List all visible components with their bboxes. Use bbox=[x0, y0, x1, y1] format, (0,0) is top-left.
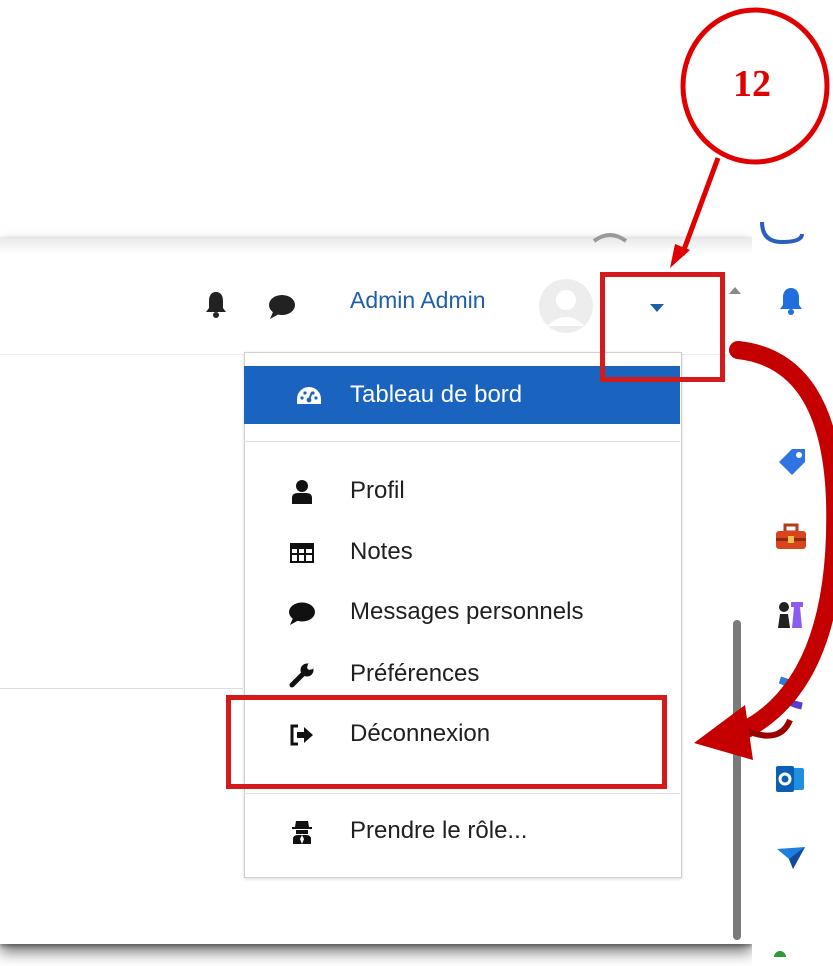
annotation-overlay bbox=[670, 7, 833, 760]
step-number-badge: 12 bbox=[733, 63, 771, 105]
